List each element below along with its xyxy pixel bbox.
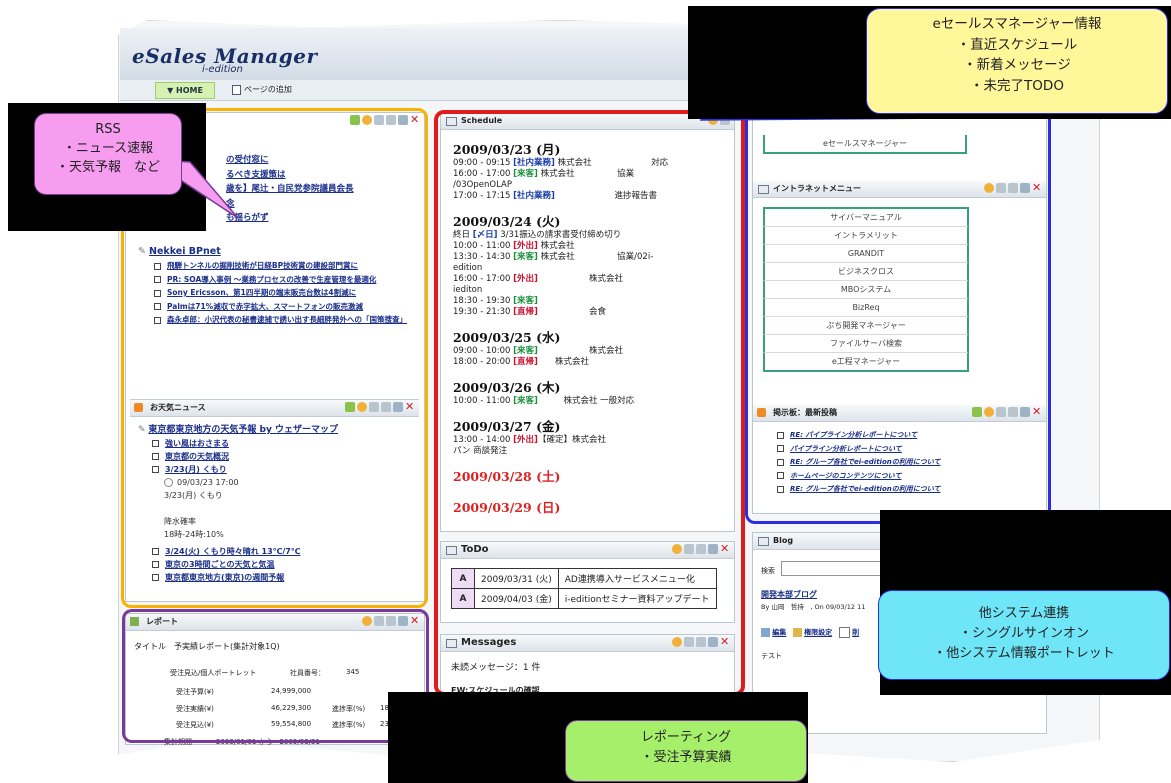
- esales-callout-line: ・未完了TODO: [970, 77, 1064, 94]
- rss-callout: RSS ・ニュース速報 ・天気予報 など: [34, 113, 182, 195]
- report-callout: レポーティング ・受注予算実績: [565, 720, 807, 782]
- rss-callout-line: ・ニュース速報: [62, 141, 154, 156]
- report-callout-line: ・受注予算実績: [640, 750, 732, 765]
- report-callout-title: レポーティング: [640, 730, 732, 745]
- other-callout-line: ・シングルサインオン: [958, 626, 1089, 641]
- esales-callout: eセールスマネージャー情報 ・直近スケジュール ・新着メッセージ ・未完了TOD…: [866, 8, 1168, 114]
- esales-callout-title: eセールスマネージャー情報: [932, 16, 1102, 32]
- esales-callout-line: ・直近スケジュール: [956, 36, 1078, 53]
- rss-callout-title: RSS: [95, 122, 121, 137]
- other-callout: 他システム連携 ・シングルサインオン ・他システム情報ポートレット: [878, 590, 1170, 680]
- rss-callout-line: ・天気予報 など: [55, 160, 160, 175]
- other-callout-line: ・他システム情報ポートレット: [933, 646, 1115, 661]
- other-callout-title: 他システム連携: [978, 606, 1070, 621]
- esales-callout-line: ・新着メッセージ: [963, 57, 1071, 73]
